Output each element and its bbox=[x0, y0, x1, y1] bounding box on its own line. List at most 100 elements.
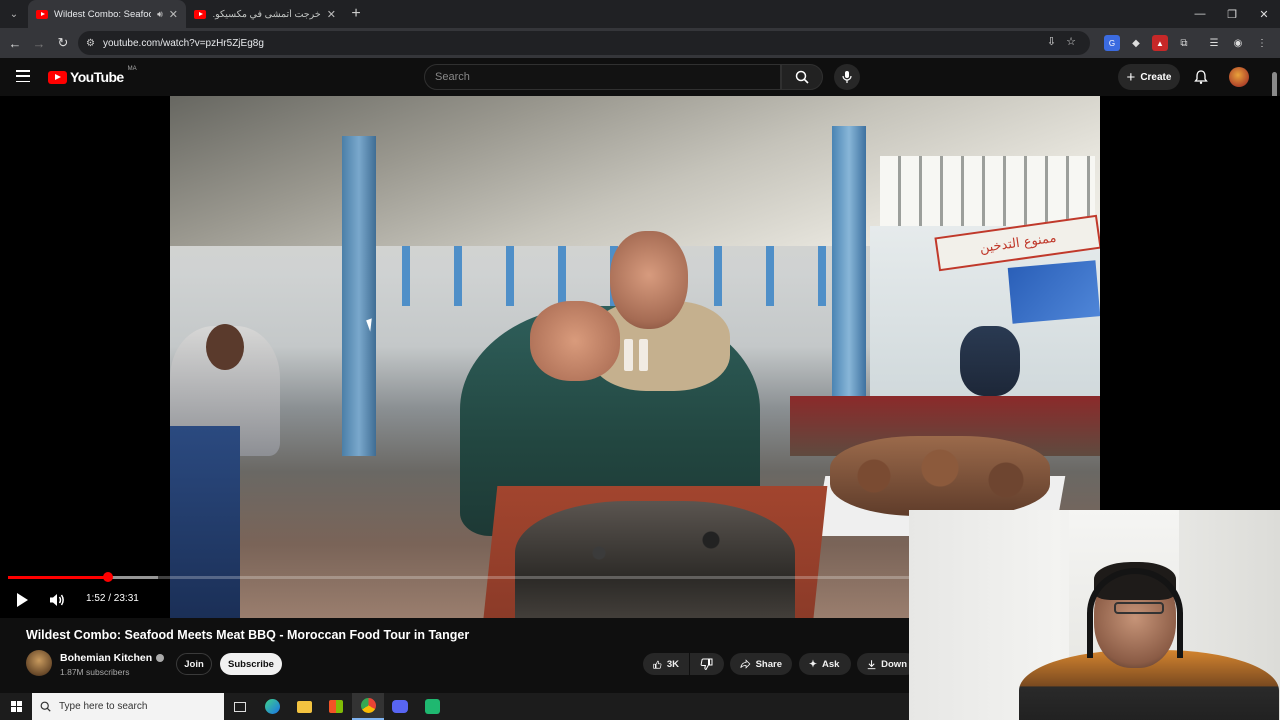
like-button[interactable]: 3K bbox=[643, 653, 689, 675]
back-button[interactable]: ← bbox=[3, 28, 27, 58]
close-window-button[interactable]: ✕ bbox=[1248, 0, 1280, 28]
close-tab-icon[interactable]: ✕ bbox=[327, 8, 336, 21]
join-button[interactable]: Join bbox=[176, 653, 212, 675]
tab-title: خرجت أتمشى في مكسيكو... وتعر bbox=[212, 8, 321, 20]
address-bar[interactable]: ⚙ youtube.com/watch?v=pzHr5ZjEg8g ⇩ ☆ bbox=[78, 31, 1090, 55]
glasses bbox=[1114, 602, 1164, 614]
youtube-favicon-icon bbox=[36, 9, 48, 19]
minimize-button[interactable]: — bbox=[1184, 0, 1216, 28]
scrubber-handle[interactable] bbox=[103, 572, 114, 582]
subscriber-count: 1.87M subscribers bbox=[60, 667, 130, 677]
played-bar bbox=[8, 576, 109, 579]
microsoft-store-icon[interactable] bbox=[320, 693, 352, 720]
search-icon bbox=[40, 701, 51, 712]
extension-diamond-icon[interactable]: ◆ bbox=[1128, 35, 1144, 51]
bookmark-star-icon[interactable]: ☆ bbox=[1066, 35, 1076, 48]
youtube-masthead: YouTube MA Search + Create bbox=[0, 58, 1280, 96]
plus-icon: + bbox=[1126, 68, 1136, 86]
tab-second-video[interactable]: خرجت أتمشى في مكسيكو... وتعر ✕ bbox=[186, 0, 344, 28]
share-button[interactable]: Share bbox=[730, 653, 792, 675]
sparkle-icon: ✦ bbox=[809, 658, 817, 670]
windows-taskbar: Type here to search bbox=[0, 693, 909, 720]
browser-toolbar: ← → ↻ ⚙ youtube.com/watch?v=pzHr5ZjEg8g … bbox=[0, 28, 1280, 58]
youtube-play-icon bbox=[48, 70, 67, 84]
new-tab-button[interactable]: + bbox=[344, 0, 368, 28]
blue-pillar bbox=[342, 136, 376, 456]
subscribe-button[interactable]: Subscribe bbox=[220, 653, 282, 675]
search-icon bbox=[795, 70, 809, 84]
time-display: 1:52 / 23:31 bbox=[86, 593, 139, 604]
browser-tab-bar: ⌄ Wildest Combo: Seafood M 🔊︎ ✕ خرجت أتم… bbox=[0, 0, 1280, 28]
reload-button[interactable]: ↻ bbox=[51, 28, 75, 58]
audio-playing-icon[interactable]: 🔊︎ bbox=[157, 9, 163, 20]
task-view-icon[interactable] bbox=[224, 693, 256, 720]
tab-search-icon[interactable]: ⌄ bbox=[0, 0, 28, 28]
share-arrow-icon bbox=[740, 659, 751, 669]
voice-search-button[interactable] bbox=[834, 64, 860, 90]
download-button[interactable]: Down bbox=[857, 653, 917, 675]
microphone-icon bbox=[842, 71, 852, 83]
file-explorer-icon[interactable] bbox=[288, 693, 320, 720]
install-app-icon[interactable]: ⇩ bbox=[1047, 35, 1056, 48]
url-text[interactable]: youtube.com/watch?v=pzHr5ZjEg8g bbox=[103, 38, 264, 49]
verified-check-icon bbox=[156, 654, 165, 662]
download-icon bbox=[867, 659, 876, 669]
chrome-icon[interactable] bbox=[352, 693, 384, 720]
extensions-area: G ◆ ▲ ⧉ ☰ ◉ ⋮ bbox=[1104, 28, 1270, 58]
windows-logo-icon bbox=[10, 701, 22, 712]
volume-icon[interactable] bbox=[48, 592, 66, 608]
channel-name[interactable]: Bohemian Kitchen bbox=[60, 652, 165, 664]
reading-list-icon[interactable]: ☰ bbox=[1206, 35, 1222, 51]
taskbar-search-placeholder: Type here to search bbox=[59, 701, 148, 712]
search-button[interactable] bbox=[781, 64, 823, 90]
like-count: 3K bbox=[666, 658, 679, 670]
extension-red-icon[interactable]: ▲ bbox=[1152, 35, 1168, 51]
channel-avatar[interactable] bbox=[26, 650, 52, 676]
vendor-hand bbox=[530, 301, 620, 381]
notifications-bell-icon[interactable] bbox=[1193, 69, 1209, 85]
play-button[interactable] bbox=[14, 592, 30, 608]
translate-extension-icon[interactable]: G bbox=[1104, 35, 1120, 51]
taskbar-search-input[interactable]: Type here to search bbox=[32, 693, 224, 720]
tab-title: Wildest Combo: Seafood M bbox=[54, 8, 151, 20]
video-title: Wildest Combo: Seafood Meets Meat BBQ - … bbox=[26, 628, 470, 642]
logo-text: YouTube bbox=[70, 69, 124, 85]
restore-button[interactable]: ❐ bbox=[1216, 0, 1248, 28]
thumbs-up-icon bbox=[653, 660, 662, 669]
forward-button[interactable]: → bbox=[27, 28, 51, 58]
edge-browser-icon[interactable] bbox=[256, 693, 288, 720]
ask-label: Ask bbox=[821, 658, 840, 670]
create-button[interactable]: + Create bbox=[1118, 64, 1180, 90]
profile-icon[interactable]: ◉ bbox=[1230, 35, 1246, 51]
site-info-icon[interactable]: ⚙ bbox=[86, 38, 95, 49]
dislike-button[interactable] bbox=[690, 653, 724, 675]
blue-banner bbox=[1007, 260, 1100, 324]
start-button[interactable] bbox=[0, 693, 32, 720]
extensions-puzzle-icon[interactable]: ⧉ bbox=[1176, 35, 1192, 51]
foreground-person bbox=[170, 426, 240, 618]
window-controls: — ❐ ✕ bbox=[1184, 0, 1280, 28]
create-label: Create bbox=[1140, 71, 1172, 83]
background-person-head bbox=[206, 324, 244, 370]
omnibox-actions: ⇩ ☆ bbox=[1047, 35, 1076, 48]
download-label: Down bbox=[881, 658, 907, 670]
close-tab-icon[interactable]: ✕ bbox=[169, 8, 178, 21]
youtube-logo[interactable]: YouTube MA bbox=[48, 66, 137, 85]
vendor-head bbox=[610, 231, 688, 329]
thumbs-down-icon bbox=[700, 658, 713, 670]
share-label: Share bbox=[755, 658, 782, 670]
account-avatar[interactable] bbox=[1229, 67, 1249, 87]
clams-pile bbox=[830, 436, 1050, 516]
android-app-icon[interactable] bbox=[416, 693, 448, 720]
pause-indicator-icon bbox=[624, 339, 650, 371]
menu-hamburger-icon[interactable] bbox=[16, 70, 30, 82]
youtube-favicon-icon bbox=[194, 9, 206, 19]
ask-button[interactable]: ✦ Ask bbox=[799, 653, 851, 675]
tab-youtube-video[interactable]: Wildest Combo: Seafood M 🔊︎ ✕ bbox=[28, 0, 186, 28]
discord-icon[interactable] bbox=[384, 693, 416, 720]
channel-name-text[interactable]: Bohemian Kitchen bbox=[60, 652, 152, 664]
blue-wall-stripes bbox=[380, 246, 830, 306]
search-input[interactable]: Search bbox=[424, 64, 781, 90]
barnacles-pile bbox=[515, 501, 795, 618]
browser-menu-icon[interactable]: ⋮ bbox=[1254, 35, 1270, 51]
